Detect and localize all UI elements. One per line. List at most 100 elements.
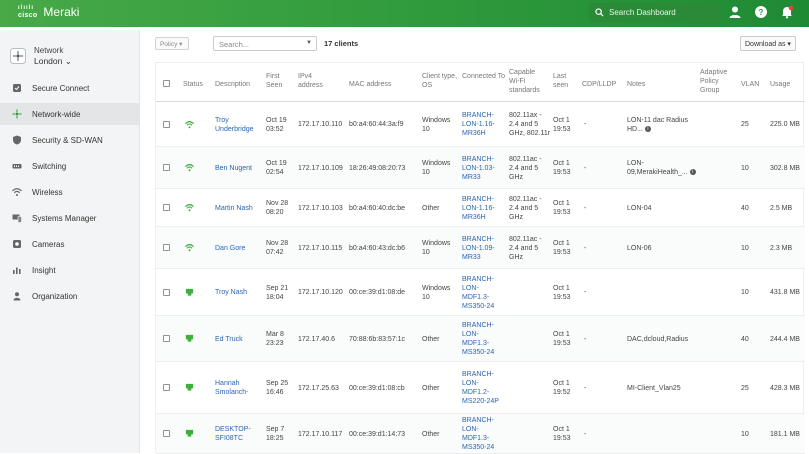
connected-to-link[interactable]: BRANCH-LON-MDF1.3-MS350-24 (462, 275, 504, 311)
wifi-icon (12, 188, 22, 196)
table-row[interactable]: Troy Underbridge Oct 19 03:52 172.17.10.11… (156, 102, 805, 147)
client-description-link[interactable]: DESKTOP-SFI08TC (215, 425, 261, 443)
nav-secure-connect[interactable]: Secure Connect (0, 77, 140, 99)
col-last-seen[interactable]: Last seen (553, 72, 575, 90)
col-capable-wifi[interactable]: Capable Wi-Fi standards (509, 68, 547, 95)
last-seen-cell: Oct 1 19:53 (553, 426, 571, 442)
row-checkbox[interactable] (163, 120, 170, 128)
nav-systems-manager[interactable]: Systems Manager (0, 207, 140, 229)
client-description-link[interactable]: Martin Nash (215, 204, 261, 213)
col-mac[interactable]: MAC address (349, 80, 391, 89)
notes-cell[interactable]: DAC,dcloud,Radius (627, 335, 702, 344)
client-type-cell: Other (422, 335, 440, 343)
notification-bell-icon[interactable] (780, 5, 794, 19)
client-type-cell: Other (422, 384, 440, 392)
camera-icon (13, 240, 21, 248)
row-checkbox[interactable] (163, 244, 170, 251)
client-description-link[interactable]: Troy Underbridge (215, 116, 261, 134)
table-row[interactable]: Ed Truck Mar 8 23:23 172.17.40.6 70:88:6b:8… (156, 316, 805, 362)
cdp-lldp-cell: - (584, 121, 587, 128)
col-notes[interactable]: Notes (627, 80, 645, 89)
systems-manager-icon (12, 214, 22, 223)
wireless-status-icon (185, 203, 194, 212)
insight-icon (13, 267, 21, 274)
table-row[interactable]: Hannah Smolanch- Sep 25 16:46 172.17.25.63… (156, 362, 805, 414)
row-checkbox[interactable] (163, 430, 170, 437)
row-checkbox[interactable] (163, 335, 170, 342)
notes-cell[interactable]: LON-11 dac Radius HD... i (627, 116, 702, 134)
table-row[interactable]: Ben Nugent Oct 19 02:54 172.17.10.109 18:26… (156, 147, 805, 189)
col-usage[interactable]: Usage (770, 80, 790, 89)
mac-cell: b0:a4:60:43:dc:b6 (349, 244, 406, 252)
clients-search-input[interactable]: Search... ▼ (213, 36, 317, 51)
cdp-lldp-cell: - (584, 384, 587, 392)
ipv4-cell: 172.17.10.115 (298, 244, 343, 252)
wifi-standards-cell: 802.11ac - 2.4 and 5 GHz (509, 195, 542, 221)
secure-connect-icon (13, 84, 21, 92)
connected-to-link[interactable]: BRANCH-LON-MDF1.2-MS220-24P (462, 370, 504, 406)
clients-table: Status Description First Seen IPv4 addre… (155, 62, 805, 454)
row-checkbox[interactable] (163, 204, 170, 211)
nav-organization[interactable]: Organization (0, 285, 140, 307)
meraki-logo[interactable]: ılıılı cisco Meraki (18, 4, 79, 20)
ipv4-cell: 172.17.10.120 (298, 289, 343, 296)
table-row[interactable]: DESKTOP-SFI08TC Sep 7 18:25 172.17.10.117 0… (156, 414, 805, 454)
connected-to-link[interactable]: BRANCH-LON-1.03-MR33 (462, 155, 504, 182)
connected-to-link[interactable]: BRANCH-LON-1.16-MR36H (462, 111, 504, 138)
user-icon[interactable] (728, 5, 742, 19)
col-status[interactable]: Status (183, 80, 203, 89)
vlan-cell: 10 (741, 289, 749, 296)
nav-security-sdwan[interactable]: Security & SD-WAN (0, 129, 140, 151)
table-row[interactable]: Troy Nash Sep 21 18:04 172.17.10.120 00:ce:… (156, 269, 805, 316)
connected-to-link[interactable]: BRANCH-LON-1.16-MR36H (462, 195, 504, 222)
col-description[interactable]: Description (215, 80, 250, 89)
search-placeholder: Search Dashboard (609, 8, 676, 17)
col-first-seen[interactable]: First Seen (266, 72, 294, 90)
col-cdp-lldp[interactable]: CDP/LLDP (582, 80, 616, 89)
connected-to-link[interactable]: BRANCH-LON-1.09-MR33 (462, 235, 504, 262)
mac-cell: 70:88:6b:83:57:1c (349, 335, 406, 343)
client-description-link[interactable]: Dan Gore (215, 244, 261, 253)
info-icon[interactable]: i (689, 169, 696, 176)
download-as-button[interactable]: Download as ▾ (740, 36, 796, 51)
nav-cameras[interactable]: Cameras (0, 233, 140, 255)
notes-cell[interactable]: LON-04 (627, 204, 702, 213)
notes-cell[interactable]: MI-Client_Vlan25 (627, 384, 702, 393)
col-vlan[interactable]: VLAN (741, 80, 759, 89)
nav-network-wide[interactable]: Network-wide (0, 103, 140, 125)
dashboard-search-input[interactable]: Search Dashboard (589, 3, 719, 22)
notes-cell[interactable]: LON-06 (627, 244, 702, 253)
notes-cell[interactable]: LON-09,MerakiHealth_... i (627, 159, 702, 177)
nav-insight[interactable]: Insight (0, 259, 140, 281)
nav-switching[interactable]: Switching (0, 155, 140, 177)
col-adaptive-policy-group[interactable]: Adaptive Policy Group (700, 68, 738, 95)
nav-wireless[interactable]: Wireless (0, 181, 140, 203)
wifi-standards-cell: 802.11ac - 2.4 and 5 GHz (509, 235, 542, 261)
table-row[interactable]: Martin Nash Nov 28 08:20 172.17.10.103 b0:a… (156, 189, 805, 227)
help-icon[interactable]: ? (754, 5, 768, 19)
col-client-type[interactable]: Client type, OS (422, 72, 458, 90)
policy-dropdown[interactable]: Policy ▾ (155, 37, 189, 50)
row-checkbox[interactable] (163, 288, 170, 296)
connected-to-link[interactable]: BRANCH-LON-MDF1.3-MS350-24 (462, 416, 504, 452)
chevron-down-icon: ⌄ (64, 56, 72, 66)
network-name: London (34, 56, 63, 66)
row-checkbox[interactable] (163, 384, 170, 391)
connected-to-link[interactable]: BRANCH-LON-MDF1.3-MS350-24 (462, 321, 504, 357)
client-description-link[interactable]: Ed Truck (215, 335, 261, 344)
table-row[interactable]: Dan Gore Nov 28 07:42 172.17.10.115 b0:a4:6… (156, 227, 805, 269)
info-icon[interactable]: i (644, 125, 651, 132)
row-checkbox[interactable] (163, 164, 170, 171)
vlan-cell: 10 (741, 430, 749, 438)
clients-search-placeholder: Search... (219, 40, 250, 49)
client-description-link[interactable]: Hannah Smolanch- (215, 379, 261, 397)
first-seen-cell: Sep 21 18:04 (266, 284, 289, 301)
first-seen-cell: Mar 8 23:23 (266, 331, 284, 347)
col-ipv4[interactable]: IPv4 address (298, 72, 338, 90)
network-selector[interactable]: Network London ⌄ (0, 30, 139, 77)
select-all-checkbox[interactable] (163, 80, 170, 87)
client-description-link[interactable]: Ben Nugent (215, 164, 261, 173)
client-description-link[interactable]: Troy Nash (215, 288, 261, 297)
col-connected-to[interactable]: Connected To (462, 72, 506, 81)
caret-down-icon[interactable]: ▼ (306, 40, 312, 46)
